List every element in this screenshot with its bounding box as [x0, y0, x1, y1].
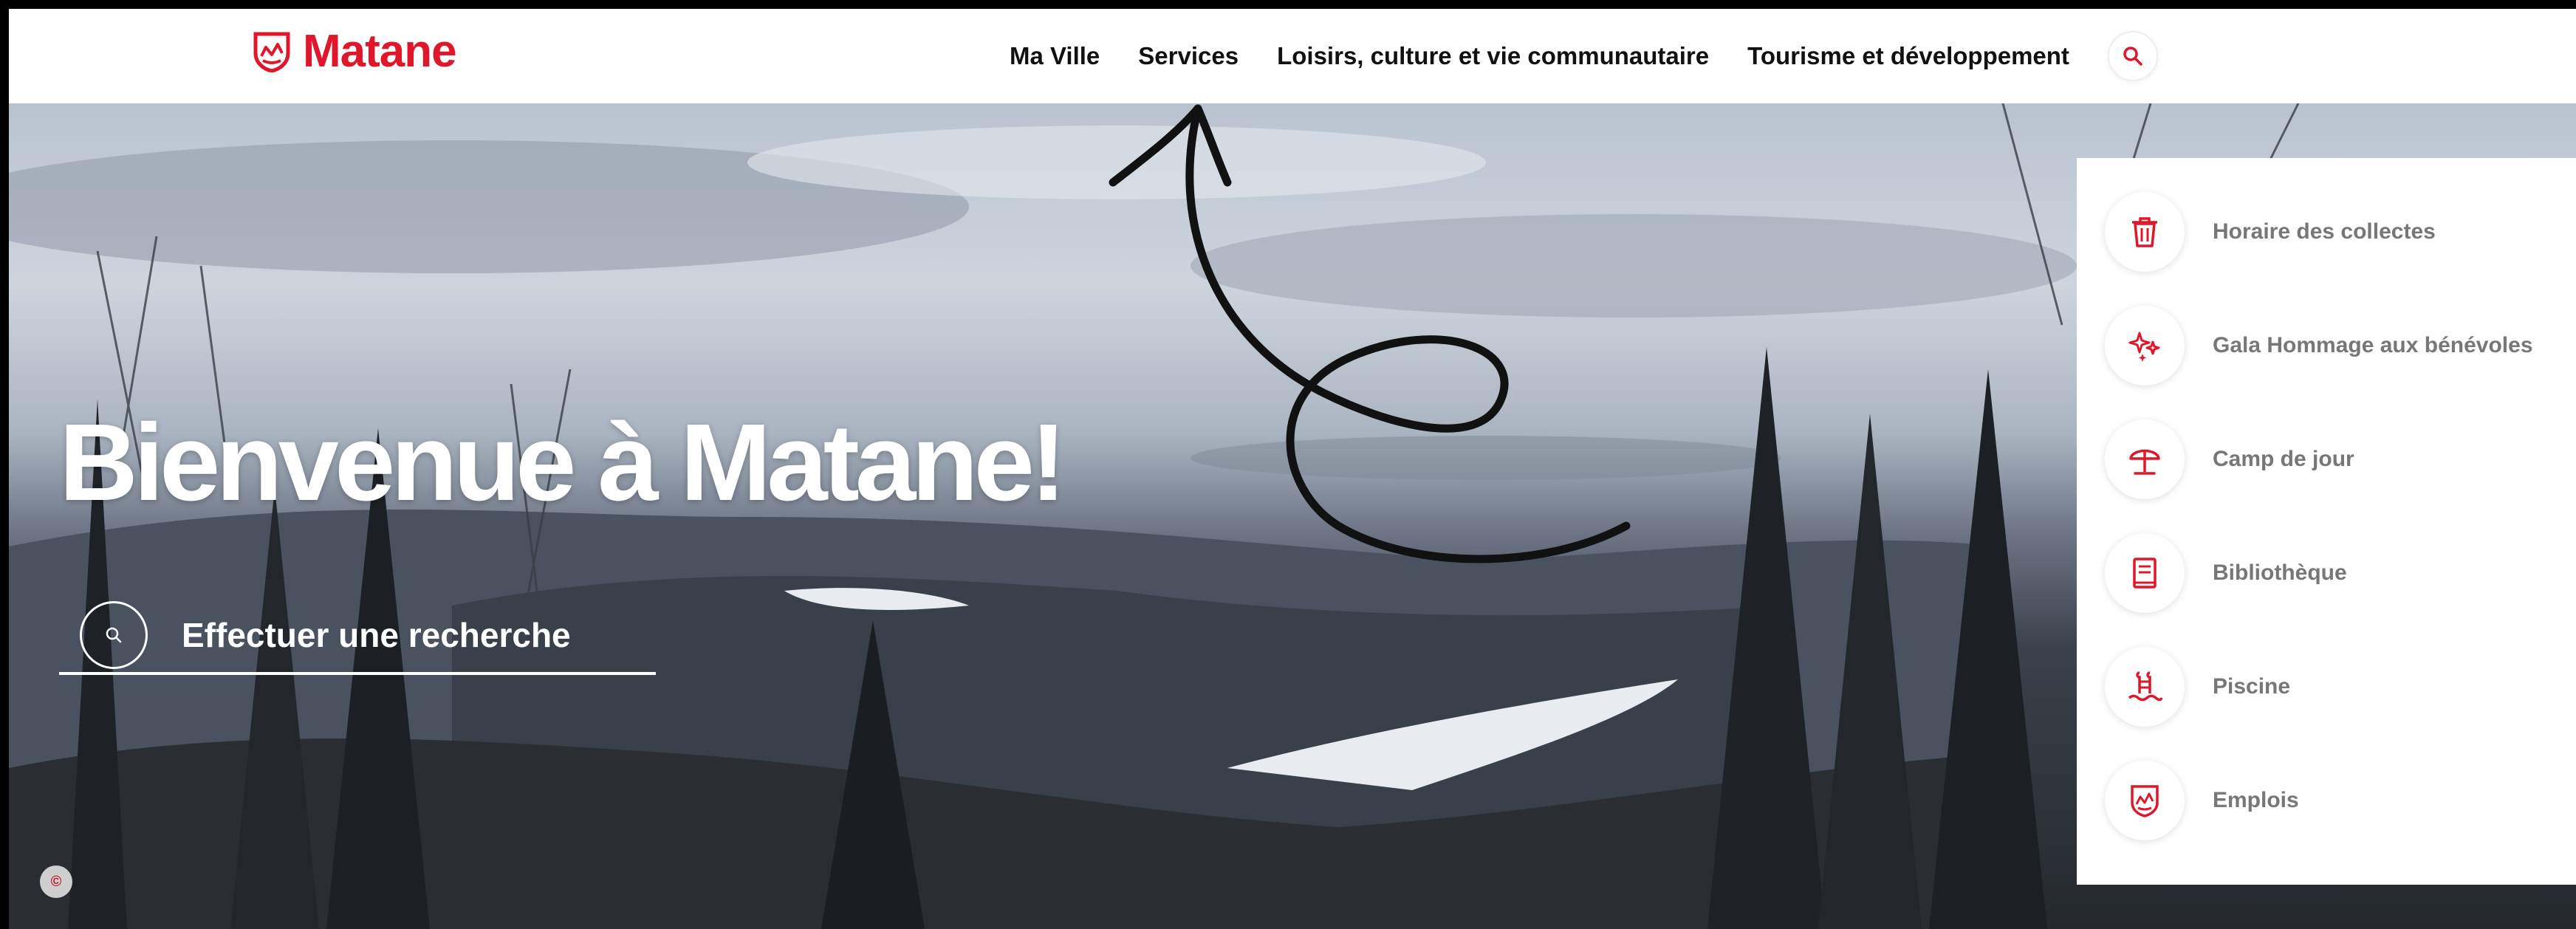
quick-link-label: Bibliothèque: [2213, 561, 2347, 585]
quick-link-icon-wrap: [2105, 533, 2185, 613]
quick-link-icon-wrap: [2105, 192, 2185, 272]
nav-search-button[interactable]: [2107, 31, 2158, 81]
quick-link-label: Piscine: [2213, 674, 2291, 699]
quick-link-emplois[interactable]: Emplois: [2105, 759, 2576, 842]
quick-link-icon-wrap: [2105, 761, 2185, 840]
hero-search-label[interactable]: Effectuer une recherche: [182, 615, 571, 655]
umbrella-icon: [2129, 449, 2160, 475]
quick-link-piscine[interactable]: Piscine: [2105, 645, 2576, 728]
nav-item-ma-ville[interactable]: Ma Ville: [1010, 42, 1100, 70]
pool-ladder-icon: [2128, 671, 2163, 702]
hero-search-bar[interactable]: Effectuer une recherche: [59, 598, 656, 675]
site-header: Matane Ma Ville Services Loisirs, cultur…: [9, 9, 2576, 103]
quick-link-label: Emplois: [2213, 788, 2299, 812]
search-icon: [2123, 47, 2142, 66]
book-icon: [2133, 558, 2157, 589]
quick-link-icon-wrap: [2105, 419, 2185, 499]
nav-item-tourisme[interactable]: Tourisme et développement: [1747, 42, 2069, 70]
nav-item-services[interactable]: Services: [1138, 42, 1239, 70]
quick-link-gala[interactable]: Gala Hommage aux bénévoles: [2105, 304, 2576, 387]
site-logo[interactable]: Matane: [253, 25, 457, 78]
browser-viewport: Matane Ma Ville Services Loisirs, cultur…: [9, 9, 2576, 929]
quick-links-panel: Horaire des collectes Gala Hommage aux b…: [2077, 158, 2576, 885]
hero-search-button[interactable]: [80, 601, 148, 669]
sparkles-icon: [2128, 332, 2160, 362]
quick-link-horaire-collectes[interactable]: Horaire des collectes: [2105, 191, 2576, 273]
matane-crest-icon: [2131, 785, 2159, 817]
trash-icon: [2132, 217, 2157, 247]
quick-link-camp-de-jour[interactable]: Camp de jour: [2105, 418, 2576, 501]
quick-link-label: Camp de jour: [2213, 447, 2354, 471]
main-nav: Ma Ville Services Loisirs, culture et vi…: [1010, 9, 2158, 103]
hero-title: Bienvenue à Matane!: [59, 402, 1066, 524]
cookie-settings-icon[interactable]: ©: [40, 865, 72, 898]
matane-crest-icon: [253, 32, 290, 72]
site-logo-text: Matane: [303, 26, 457, 77]
search-icon: [106, 627, 122, 643]
quick-link-label: Horaire des collectes: [2213, 219, 2436, 244]
quick-link-bibliotheque[interactable]: Bibliothèque: [2105, 532, 2576, 614]
nav-item-loisirs[interactable]: Loisirs, culture et vie communautaire: [1277, 42, 1709, 70]
quick-link-icon-wrap: [2105, 647, 2185, 727]
quick-link-label: Gala Hommage aux bénévoles: [2213, 333, 2533, 357]
quick-link-icon-wrap: [2105, 306, 2185, 385]
